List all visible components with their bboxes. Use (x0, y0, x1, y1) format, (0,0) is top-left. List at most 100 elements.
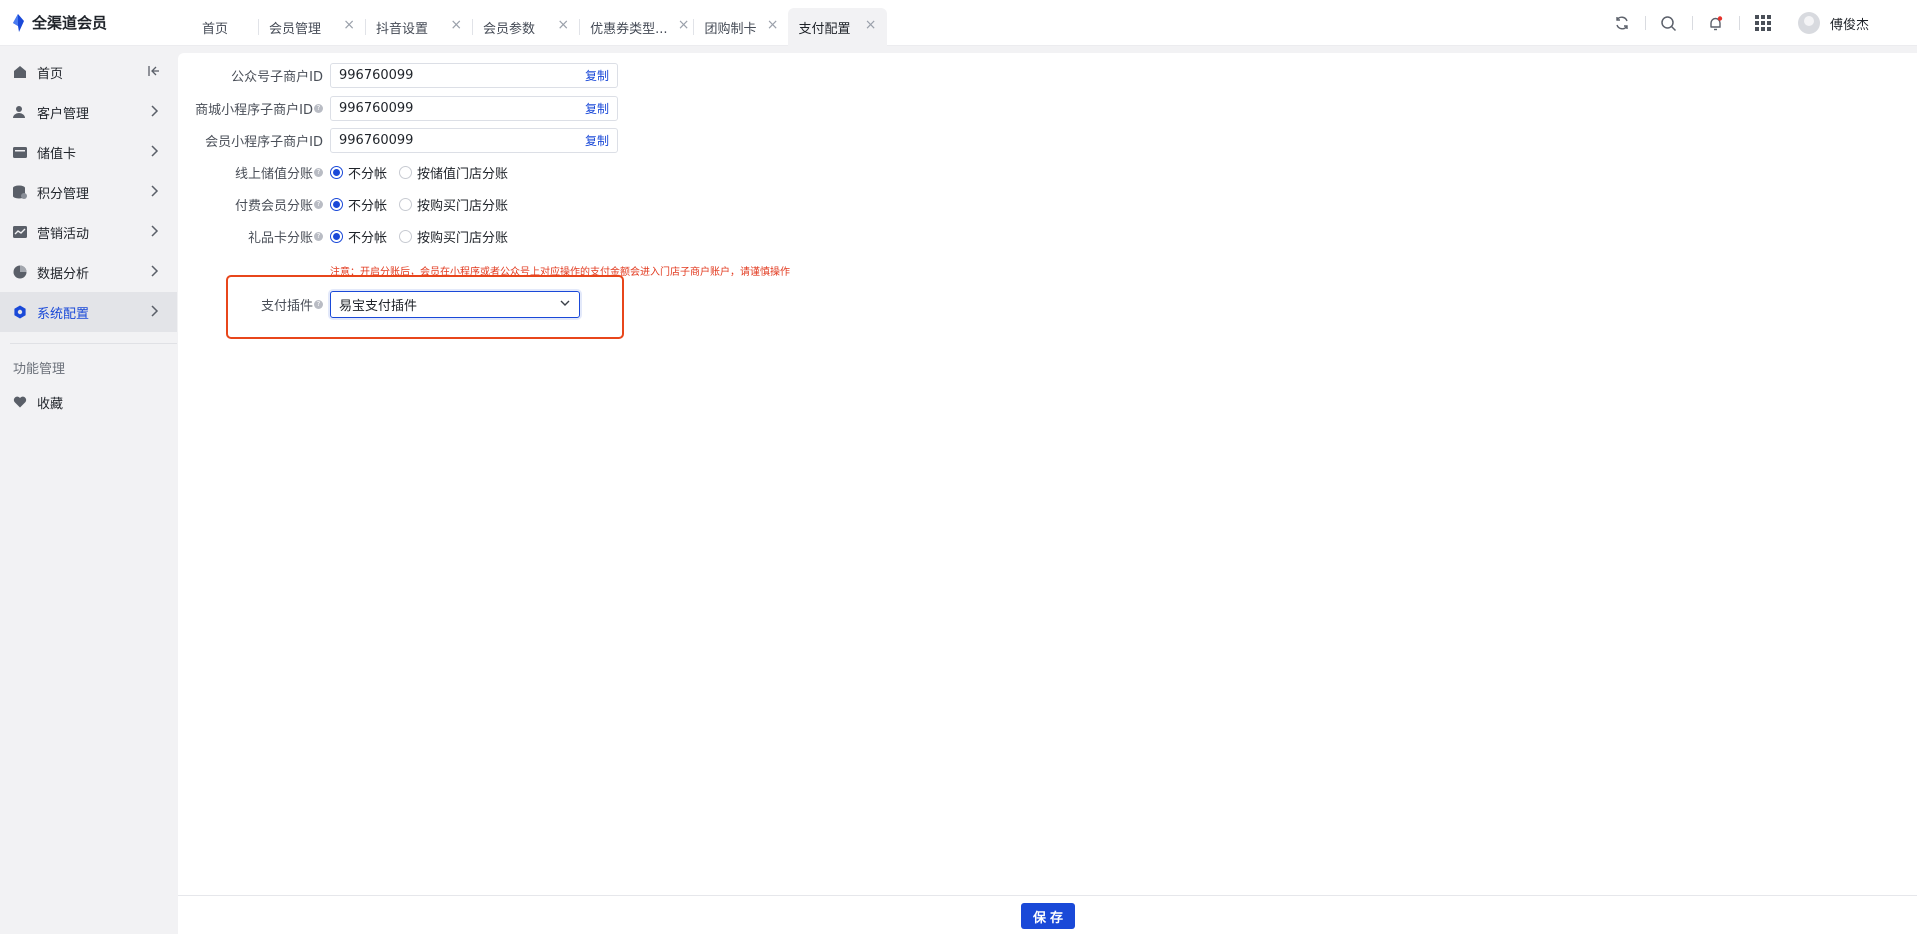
toolbar-divider (1644, 16, 1646, 30)
tab-label: 优惠券类型... (590, 21, 668, 37)
split-radio-group: 不分帐 按购买门店分账 (330, 195, 520, 214)
radio-label: 不分帐 (348, 231, 388, 246)
form-row-member-miniprogram-merchant-id: 会员小程序子商户ID 996760099 复制 (178, 128, 618, 153)
brand[interactable]: 全渠道会员 (10, 12, 107, 33)
avatar[interactable] (1797, 12, 1820, 34)
radio-checked-icon[interactable] (330, 230, 343, 243)
radio-checked-icon[interactable] (330, 166, 343, 179)
footer-bar: 保存 (178, 895, 1917, 934)
close-icon[interactable]: × (678, 17, 690, 33)
tab-label: 抖音设置 (376, 21, 429, 37)
field-label: 商城小程序子商户ID ? (178, 99, 323, 118)
close-icon[interactable]: × (865, 17, 877, 33)
sidebar-item-label: 积分管理 (37, 186, 90, 202)
customer-icon (13, 105, 27, 119)
help-icon[interactable]: ? (314, 104, 323, 113)
radio-no-split[interactable]: 不分帐 (330, 227, 387, 246)
tab-coupon-types[interactable]: 优惠券类型... × (580, 8, 693, 46)
points-icon (13, 185, 27, 199)
copy-button[interactable]: 复制 (585, 132, 609, 149)
radio-unchecked-icon[interactable] (399, 230, 413, 243)
chevron-right-icon (147, 264, 161, 282)
radio-checked-icon[interactable] (330, 198, 343, 211)
radio-unchecked-icon[interactable] (399, 198, 413, 211)
payment-plugin-select[interactable]: 易宝支付插件 (330, 291, 580, 318)
top-bar: 全渠道会员 首页 会员管理 × 抖音设置 × 会员参数 × 优惠券类型... ×… (0, 0, 1917, 46)
brand-logo-icon (13, 13, 24, 32)
field-label: 付费会员分账 ? (178, 195, 323, 214)
split-radio-group: 不分帐 按购买门店分账 (330, 227, 520, 246)
sidebar-item-label: 收藏 (37, 396, 64, 412)
radio-no-split[interactable]: 不分帐 (330, 195, 387, 214)
radio-no-split[interactable]: 不分帐 (330, 163, 387, 182)
tab-member-params[interactable]: 会员参数 × (473, 8, 579, 46)
username[interactable]: 傅俊杰 (1830, 14, 1869, 33)
help-icon[interactable]: ? (314, 300, 323, 309)
save-button[interactable]: 保存 (1021, 903, 1075, 929)
tab-home[interactable]: 首页 (192, 8, 258, 46)
refresh-icon[interactable] (1612, 13, 1632, 33)
radio-split-by-purchase-store[interactable]: 按购买门店分账 (399, 227, 508, 246)
merchant-id-value[interactable]: 996760099 (339, 101, 585, 116)
tab-bar: 首页 会员管理 × 抖音设置 × 会员参数 × 优惠券类型... × 团购制卡 … (192, 8, 887, 46)
radio-unchecked-icon[interactable] (399, 166, 413, 179)
sidebar-item-label: 客户管理 (37, 106, 90, 122)
sidebar-item-data-analysis[interactable]: 数据分析 (0, 252, 177, 292)
tab-member-management[interactable]: 会员管理 × (259, 8, 365, 46)
help-icon[interactable]: ? (314, 200, 323, 209)
tab-payment-config[interactable]: 支付配置 × (788, 8, 887, 46)
sidebar-item-label: 储值卡 (37, 146, 77, 162)
close-icon[interactable]: × (450, 17, 462, 33)
tab-douyin-settings[interactable]: 抖音设置 × (366, 8, 472, 46)
sidebar-item-favorites[interactable]: 收藏 (0, 382, 177, 422)
radio-label: 按购买门店分账 (417, 199, 509, 214)
form-row-payment-plugin: 支付插件 ? 易宝支付插件 (178, 291, 580, 318)
field-label-text: 商城小程序子商户ID (195, 103, 313, 118)
field-label-text: 支付插件 (260, 299, 313, 314)
tab-group-card[interactable]: 团购制卡 × (694, 8, 788, 46)
sidebar-item-marketing[interactable]: 营销活动 (0, 212, 177, 252)
radio-label: 不分帐 (348, 167, 388, 182)
sidebar-item-stored-value-card[interactable]: 储值卡 (0, 132, 177, 172)
tab-label: 会员管理 (269, 21, 322, 37)
field-label: 会员小程序子商户ID (205, 135, 323, 150)
sidebar-item-customer-management[interactable]: 客户管理 (0, 92, 177, 132)
toolbar-divider (1738, 16, 1740, 30)
settings-icon (13, 305, 27, 319)
help-icon[interactable]: ? (314, 232, 323, 241)
close-icon[interactable]: × (557, 17, 569, 33)
form-row-paid-member-split: 付费会员分账 ? 不分帐 按购买门店分账 (178, 195, 520, 214)
radio-split-by-store[interactable]: 按储值门店分账 (399, 163, 508, 182)
field-label-text: 付费会员分账 (234, 199, 313, 214)
collapse-sidebar-icon[interactable] (147, 64, 161, 82)
toolbar-divider (1691, 16, 1693, 30)
field-label: 线上储值分账 ? (178, 163, 323, 182)
payment-plugin-value: 易宝支付插件 (339, 299, 418, 314)
tab-label: 首页 (202, 21, 229, 37)
merchant-id-field[interactable]: 996760099 复制 (330, 128, 618, 153)
search-icon[interactable] (1659, 13, 1679, 33)
sidebar-item-points-management[interactable]: 积分管理 (0, 172, 177, 212)
top-right-toolbar: 傅俊杰 (1599, 0, 1917, 46)
help-icon[interactable]: ? (314, 168, 323, 177)
sidebar-item-system-config[interactable]: 系统配置 (0, 292, 177, 332)
radio-split-by-purchase-store[interactable]: 按购买门店分账 (399, 195, 508, 214)
merchant-id-field[interactable]: 996760099 复制 (330, 63, 618, 88)
close-icon[interactable]: × (343, 17, 355, 33)
copy-button[interactable]: 复制 (585, 67, 609, 84)
merchant-id-value[interactable]: 996760099 (339, 133, 585, 148)
chevron-right-icon (147, 144, 161, 162)
field-label: 公众号子商户ID (231, 70, 323, 85)
sidebar-item-home[interactable]: 首页 (0, 52, 177, 92)
field-label: 支付插件 ? (178, 295, 323, 314)
tab-label: 团购制卡 (704, 21, 757, 37)
merchant-id-field[interactable]: 996760099 复制 (330, 96, 618, 121)
notification-bell-icon[interactable] (1706, 13, 1726, 33)
app-grid-icon[interactable] (1753, 13, 1773, 33)
chevron-right-icon (147, 104, 161, 122)
field-label: 礼品卡分账 ? (178, 227, 323, 246)
sidebar-section-title: 功能管理 (13, 362, 66, 377)
close-icon[interactable]: × (767, 17, 779, 33)
merchant-id-value[interactable]: 996760099 (339, 68, 585, 83)
copy-button[interactable]: 复制 (585, 100, 609, 117)
